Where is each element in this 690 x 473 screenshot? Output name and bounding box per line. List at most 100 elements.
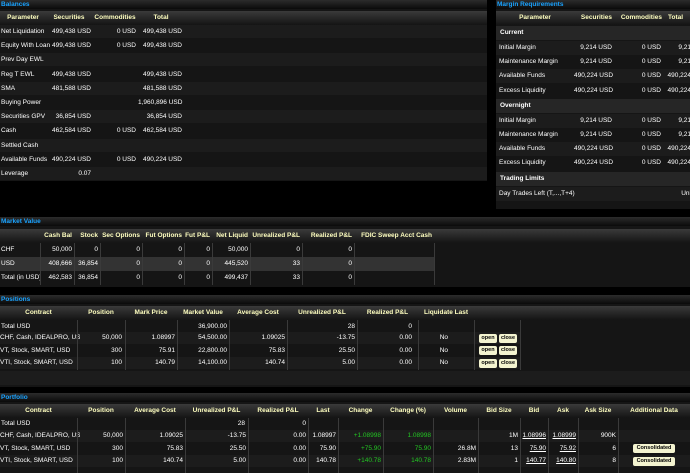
col-commodities[interactable]: Commodities: [612, 11, 662, 25]
col-market-value[interactable]: Market Value: [177, 306, 229, 320]
balance-row[interactable]: Net Liquidation 499,438 USD 0 USD 499,438 U…: [0, 25, 487, 38]
balance-row[interactable]: Cash 462,584 USD 0 USD 462,584 USD: [0, 124, 487, 137]
col-change-pct[interactable]: Change (%): [383, 404, 433, 418]
col-unrealized-pnl[interactable]: Unrealized P&L: [287, 306, 357, 320]
portfolio-row[interactable]: VTI, Stock, SMART, USD 100 140.74 5.00 0.00 1…: [0, 455, 690, 467]
balance-row[interactable]: Prev Day EWL: [0, 53, 487, 67]
commodities-cell: [92, 68, 136, 81]
balance-row[interactable]: Leverage 0.07: [0, 167, 487, 180]
margin-row[interactable]: Day Trades Left (T,...,T+4) Unl: [496, 186, 690, 201]
portfolio-row[interactable]: CHF, Cash, IDEALPRO, USD 50,000 1.09025 -13…: [0, 430, 690, 442]
commodities-cell: 0 USD: [641, 58, 661, 66]
close-button[interactable]: close: [499, 346, 517, 355]
realized-pnl-cell: 0: [348, 274, 352, 281]
col-cash-bal[interactable]: Cash Bal: [40, 229, 72, 243]
ask-cell[interactable]: 1.08999: [548, 430, 577, 442]
col-volume[interactable]: Volume: [433, 404, 478, 418]
col-fut-options[interactable]: Fut Options: [142, 229, 182, 243]
bid-size-cell: 1: [514, 457, 518, 464]
col-net-liquid[interactable]: Net Liquid: [212, 229, 248, 243]
margin-row[interactable]: Excess Liquidity 490,224 USD 0 USD 490,224: [496, 156, 690, 170]
col-contract[interactable]: Contract: [0, 404, 77, 418]
position-row[interactable]: VT, Stock, SMART, USD 300 75.91 22,800.00 75…: [0, 345, 520, 357]
balance-row[interactable]: Settled Cash: [0, 138, 487, 152]
balance-row[interactable]: Equity With Loan 499,438 USD 0 USD 499,438 …: [0, 39, 487, 52]
total-cell: [138, 53, 182, 66]
col-unrealized-pnl[interactable]: Unrealized P&L: [185, 404, 248, 418]
ask-cell[interactable]: 140.80: [548, 455, 576, 467]
change-pct-cell: 140.78: [411, 457, 431, 464]
margin-row[interactable]: Initial Margin 9,214 USD 0 USD 9,21: [496, 41, 690, 55]
margin-row[interactable]: Maintenance Margin 9,214 USD 0 USD 9,21: [496, 128, 690, 142]
col-change[interactable]: Change: [338, 404, 383, 418]
col-currency[interactable]: [0, 229, 38, 243]
ask-cell[interactable]: 75.92: [548, 443, 576, 455]
col-last[interactable]: Last: [308, 404, 338, 418]
col-contract[interactable]: Contract: [0, 306, 77, 320]
total-cell: [138, 167, 182, 180]
col-ask[interactable]: Ask: [548, 404, 578, 418]
portfolio-row[interactable]: VT, Stock, SMART, USD 300 75.83 25.50 0.00 75…: [0, 443, 690, 455]
margin-row[interactable]: Available Funds 490,224 USD 0 USD 490,224: [496, 142, 690, 157]
open-button[interactable]: open: [479, 358, 497, 368]
col-securities[interactable]: Securities: [46, 11, 92, 25]
ask-size-cell: 6: [612, 444, 616, 452]
param-cell: Available Funds: [499, 72, 546, 80]
col-fut-pnl[interactable]: Fut P&L: [184, 229, 210, 243]
col-liquidate-last[interactable]: Liquidate Last: [418, 306, 474, 320]
col-sec-options[interactable]: Sec Options: [100, 229, 140, 243]
balance-row[interactable]: Buying Power 1,960,896 USD: [0, 96, 487, 109]
balance-row[interactable]: Available Funds 490,224 USD 0 USD 490,224 U…: [0, 153, 487, 166]
bid-cell[interactable]: 1.08996: [520, 430, 547, 442]
col-mark-price[interactable]: Mark Price: [125, 306, 177, 320]
col-additional-data[interactable]: Additional Data: [618, 404, 690, 418]
col-realized-pnl[interactable]: Realized P&L: [302, 229, 352, 243]
margin-row[interactable]: Initial Margin 9,214 USD 0 USD 9,21: [496, 113, 690, 128]
market-value-row[interactable]: USD 408,666 36,854 0 0 0 445,520 33 0: [0, 257, 434, 271]
col-realized-pnl[interactable]: Realized P&L: [248, 404, 308, 418]
margin-row[interactable]: Maintenance Margin 9,214 USD 0 USD 9,21: [496, 55, 690, 69]
col-position[interactable]: Position: [77, 306, 125, 320]
close-button[interactable]: close: [499, 333, 517, 343]
average-cost-cell: 1.09025: [261, 334, 286, 341]
balance-row[interactable]: Securities GPV 36,854 USD 36,854 USD: [0, 110, 487, 124]
col-bid[interactable]: Bid: [520, 404, 548, 418]
net-liquid-cell: 499,437: [224, 274, 249, 281]
balance-row[interactable]: SMA 481,588 USD 481,588 USD: [0, 81, 487, 95]
col-securities[interactable]: Securities: [574, 11, 612, 25]
col-total[interactable]: Total: [668, 11, 690, 25]
col-stock[interactable]: Stock: [74, 229, 98, 243]
market-value-row[interactable]: Total (in USD) 462,583 36,854 0 0 0 499,437 33 0: [0, 271, 690, 285]
bid-cell[interactable]: 140.77: [520, 455, 546, 467]
col-commodities[interactable]: Commodities: [92, 11, 138, 25]
securities-cell: [46, 96, 91, 109]
balance-row[interactable]: Reg T EWL 499,438 USD 499,438 USD: [0, 68, 487, 81]
col-average-cost[interactable]: Average Cost: [125, 404, 185, 418]
market-value-row[interactable]: CHF 50,000 0 0 0 0 50,000 0 0: [0, 243, 690, 257]
bid-cell[interactable]: 75.90: [520, 443, 546, 455]
securities-cell: 490,224 USD: [574, 72, 614, 80]
margin-row[interactable]: Excess Liquidity 490,224 USD 0 USD 490,224: [496, 84, 690, 98]
position-row[interactable]: VTI, Stock, SMART, USD 100 140.79 14,100.00…: [0, 357, 520, 369]
consolidated-button[interactable]: Consolidated: [633, 444, 675, 453]
col-position[interactable]: Position: [77, 404, 125, 418]
margin-row[interactable]: Available Funds 490,224 USD 0 USD 490,224: [496, 69, 690, 84]
contract-cell: VTI, Stock, SMART, USD: [0, 457, 73, 464]
col-ask-size[interactable]: Ask Size: [578, 404, 618, 418]
col-realized-pnl[interactable]: Realized P&L: [357, 306, 418, 320]
grid-line: [125, 320, 126, 370]
close-button[interactable]: close: [499, 358, 517, 368]
position-cell: 300: [111, 346, 122, 354]
col-fdic-sweep[interactable]: FDIC Sweep Acct Cash: [354, 229, 432, 243]
col-unrealized-pnl[interactable]: Unrealized P&L: [250, 229, 300, 243]
total-cell: 499,438 USD: [142, 70, 182, 78]
col-bid-size[interactable]: Bid Size: [478, 404, 520, 418]
col-parameter[interactable]: Parameter: [496, 11, 574, 25]
position-row[interactable]: CHF, Cash, IDEALPRO, USD 50,000 1.08997 54,…: [0, 332, 520, 344]
consolidated-button[interactable]: Consolidated: [633, 456, 675, 466]
col-parameter[interactable]: Parameter: [0, 11, 46, 25]
col-total[interactable]: Total: [138, 11, 184, 25]
open-button[interactable]: open: [479, 333, 497, 343]
col-average-cost[interactable]: Average Cost: [229, 306, 287, 320]
open-button[interactable]: open: [479, 346, 497, 355]
